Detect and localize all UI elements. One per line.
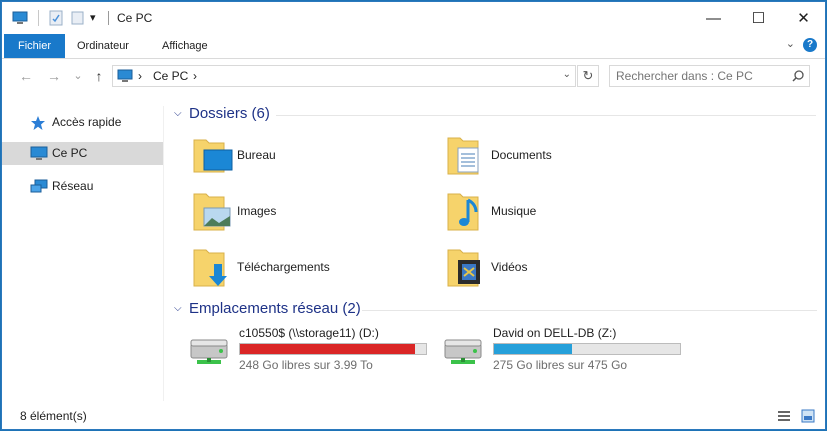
computer-icon	[12, 10, 28, 26]
drive-name: David on DELL-DB (Z:)	[493, 326, 617, 340]
drive-free-space: 248 Go libres sur 3.99 To	[239, 358, 373, 372]
network-drive-icon	[441, 334, 485, 371]
item-count: 8 élément(s)	[20, 409, 87, 423]
title-separator	[108, 11, 109, 25]
chevron-down-icon[interactable]: ⌄	[786, 37, 795, 50]
network-icon	[30, 179, 48, 203]
folder-images[interactable]: Images	[192, 190, 422, 238]
computer-icon	[117, 69, 133, 86]
new-folder-icon[interactable]	[70, 10, 86, 26]
folder-label: Bureau	[237, 148, 276, 162]
breadcrumb-chevron[interactable]: ›	[193, 69, 197, 83]
desktop-folder-icon	[192, 134, 234, 178]
folder-videos[interactable]: Vidéos	[446, 246, 676, 294]
breadcrumb[interactable]: Ce PC	[153, 69, 188, 83]
close-button[interactable]: ✕	[781, 2, 825, 34]
sidebar-item-ce-pc[interactable]: Ce PC	[2, 142, 163, 165]
downloads-folder-icon	[192, 246, 234, 290]
drive-usage-bar	[239, 343, 427, 355]
drive-usage-fill	[494, 344, 573, 354]
drive-free-space: 275 Go libres sur 475 Go	[493, 358, 628, 372]
maximize-button[interactable]: ☐	[736, 2, 781, 34]
network-drive-z[interactable]: David on DELL-DB (Z:) 275 Go libres sur …	[441, 326, 691, 376]
sidebar-item-acces-rapide[interactable]: Accès rapide	[2, 111, 163, 134]
content-pane: ⌵ Dossiers (6) Bureau Documents Images M…	[164, 100, 825, 400]
large-icons-view-icon[interactable]	[801, 409, 815, 423]
up-button[interactable]: ↑	[91, 68, 107, 84]
qat-dropdown-icon[interactable]: ▾	[90, 10, 106, 26]
address-bar[interactable]: › Ce PC › ⌄	[112, 65, 576, 87]
search-input[interactable]	[616, 69, 786, 83]
sidebar-item-reseau[interactable]: Réseau	[2, 175, 163, 198]
star-icon	[30, 115, 46, 139]
qat-separator	[38, 10, 39, 26]
group-divider	[362, 310, 817, 311]
search-box[interactable]	[609, 65, 810, 87]
network-drive-d[interactable]: c10550$ (\\storage11) (D:) 248 Go libres…	[187, 326, 437, 376]
minimize-button[interactable]: —	[691, 2, 736, 34]
details-view-icon[interactable]	[777, 409, 791, 423]
sidebar-item-label: Accès rapide	[52, 115, 122, 129]
folder-label: Musique	[491, 204, 537, 218]
folder-documents[interactable]: Documents	[446, 134, 676, 182]
pictures-folder-icon	[192, 190, 234, 234]
network-drive-icon	[187, 334, 231, 371]
forward-button[interactable]: →	[46, 68, 62, 84]
tab-affichage[interactable]: Affichage	[150, 34, 220, 58]
folder-label: Vidéos	[491, 260, 528, 274]
group-title: Dossiers (6)	[189, 105, 270, 122]
breadcrumb-separator[interactable]: ›	[138, 69, 142, 83]
computer-icon	[30, 146, 48, 170]
drive-usage-fill	[240, 344, 415, 354]
help-icon[interactable]: ?	[803, 38, 817, 52]
status-bar: 8 élément(s)	[2, 405, 825, 429]
window-title: Ce PC	[117, 11, 153, 25]
sidebar-item-label: Ce PC	[52, 146, 88, 160]
sidebar-item-label: Réseau	[52, 179, 94, 193]
address-dropdown-icon[interactable]: ⌄	[563, 69, 571, 80]
chevron-down-icon[interactable]: ⌵	[174, 303, 182, 314]
title-bar: ▾ Ce PC — ☐ ✕	[2, 2, 825, 34]
music-folder-icon	[446, 190, 488, 234]
explorer-window: ▾ Ce PC — ☐ ✕ Fichier Ordinateur Afficha…	[1, 1, 826, 430]
tab-ordinateur[interactable]: Ordinateur	[65, 34, 141, 58]
drive-name: c10550$ (\\storage11) (D:)	[239, 326, 379, 340]
drive-usage-bar	[493, 343, 681, 355]
videos-folder-icon	[446, 246, 488, 290]
navigation-bar: ← → ⌄ ↑ › Ce PC › ⌄ ↻	[2, 62, 825, 92]
folder-label: Documents	[491, 148, 552, 162]
folder-bureau[interactable]: Bureau	[192, 134, 422, 182]
refresh-button[interactable]: ↻	[577, 65, 599, 87]
recent-dropdown-icon[interactable]: ⌄	[70, 68, 86, 84]
folder-telechargements[interactable]: Téléchargements	[192, 246, 422, 294]
group-divider	[276, 115, 816, 116]
folder-label: Images	[237, 204, 277, 218]
tab-fichier[interactable]: Fichier	[4, 34, 65, 58]
navigation-pane: Accès rapide Ce PC Réseau	[2, 106, 164, 401]
folder-musique[interactable]: Musique	[446, 190, 676, 238]
group-title: Emplacements réseau (2)	[189, 300, 361, 317]
documents-folder-icon	[446, 134, 488, 178]
ribbon-tabs: Fichier Ordinateur Affichage ⌄ ?	[2, 34, 825, 59]
back-button[interactable]: ←	[18, 68, 34, 84]
properties-icon[interactable]	[48, 10, 64, 26]
chevron-down-icon[interactable]: ⌵	[174, 108, 182, 119]
folder-label: Téléchargements	[237, 260, 330, 274]
search-icon[interactable]	[791, 69, 805, 86]
